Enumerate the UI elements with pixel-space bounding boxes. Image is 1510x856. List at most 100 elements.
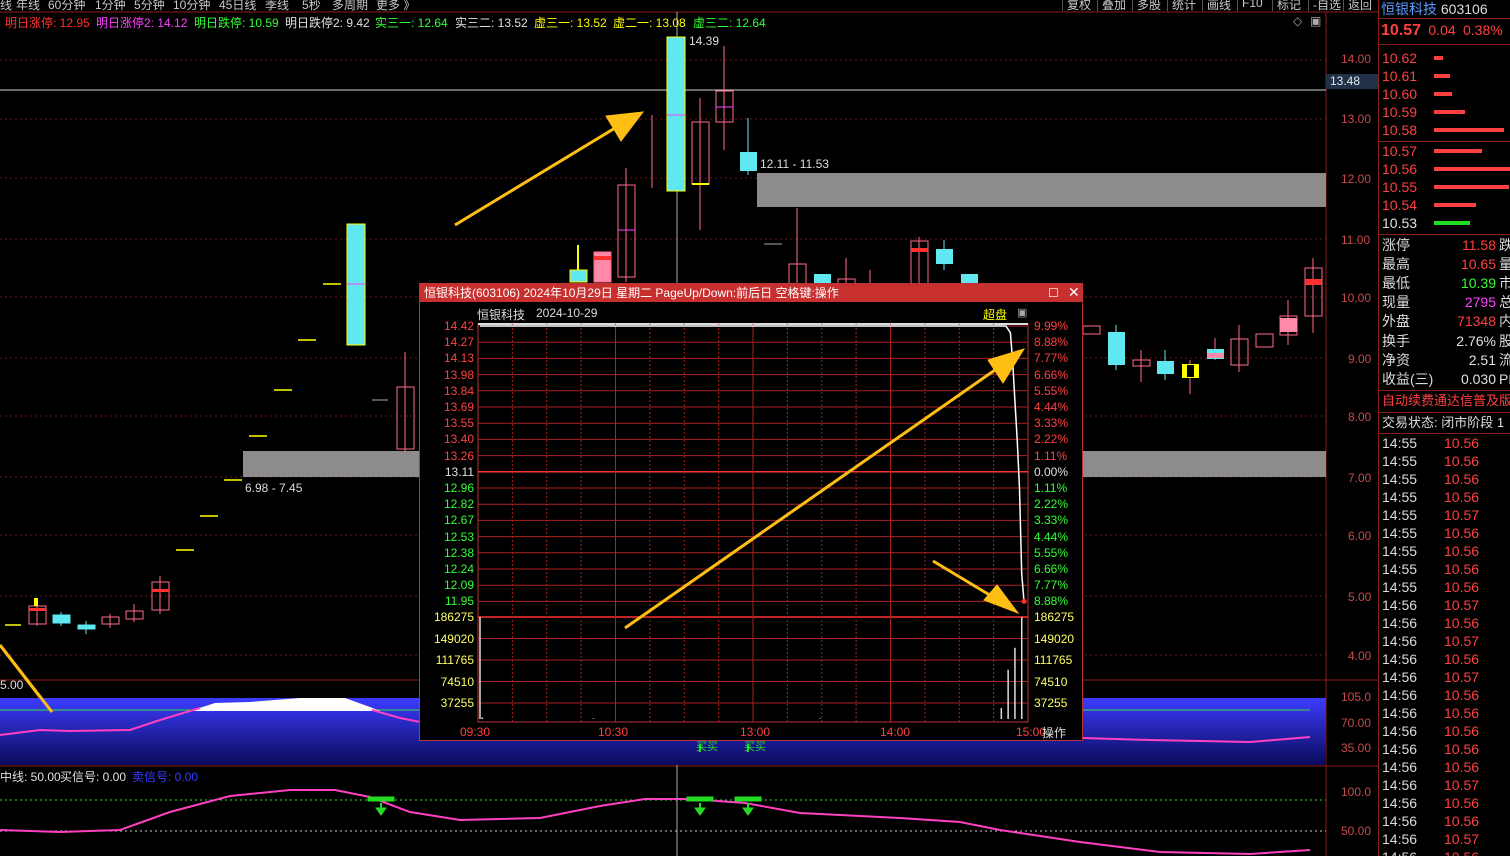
tick-time: 14:55	[1382, 543, 1418, 559]
price-tick: 14.00	[1341, 52, 1372, 66]
tick-time: 14:56	[1382, 813, 1418, 829]
tab-1min[interactable]: 1分钟	[95, 0, 126, 11]
tick-price: 10.56	[1444, 687, 1480, 703]
quote-panel: 恒银科技 603106 10.57 0.04 0.38% 10.62 10.61 1…	[1378, 0, 1510, 856]
pct-axis-tick: 1.11%	[1034, 481, 1068, 495]
tab-5sec[interactable]: 5秒	[302, 0, 321, 11]
orderbook-price: 10.56	[1382, 161, 1418, 177]
sub1-tick: 70.00	[1341, 716, 1372, 730]
stat-value: 0.030	[1460, 371, 1496, 387]
indicator-virtual-3-1: 虚三一: 13.52	[534, 16, 607, 30]
tick-time: 14:56	[1382, 633, 1418, 649]
pct-axis-tick: 1.11%	[1034, 448, 1068, 463]
indicator-limit-down-2: 明日跌停2: 9.42	[285, 16, 370, 30]
pct-axis-tick: 5.55%	[1034, 545, 1069, 560]
ad-link[interactable]: 自动续费通达信普及版	[1382, 392, 1510, 410]
tick-price: 10.56	[1444, 795, 1480, 811]
resistance-zone	[757, 173, 1326, 207]
price-axis-tick: 12.96	[443, 481, 474, 495]
back-button[interactable]: 返回	[1343, 0, 1372, 11]
price-tick: 13.00	[1341, 112, 1372, 126]
sub2-tick: 50.00	[1341, 824, 1372, 838]
current-price-tag: 13.48	[1326, 74, 1378, 89]
price-axis-tick: 13.11	[444, 464, 474, 479]
tick-price: 10.57	[1444, 777, 1480, 793]
tick-time: 14:55	[1382, 525, 1418, 541]
tab-multi-period[interactable]: 多周期	[332, 0, 368, 11]
price-tick: 8.00	[1348, 410, 1372, 424]
pct-axis-tick: 2.22%	[1034, 432, 1069, 447]
tick-price: 10.56	[1444, 435, 1480, 451]
orderbook-price: 10.60	[1382, 86, 1418, 102]
orderbook-volume-bar	[1434, 167, 1510, 171]
tab-60min[interactable]: 60分钟	[48, 0, 85, 11]
restore-rights-button[interactable]: 复权	[1062, 0, 1091, 11]
stat-truncated-label: 股	[1499, 332, 1510, 350]
draw-line-button[interactable]: 画线	[1202, 0, 1231, 11]
orderbook-volume-bar	[1434, 110, 1465, 114]
watchlist-button[interactable]: -自选	[1308, 0, 1341, 11]
tick-price: 10.56	[1444, 471, 1480, 487]
statistics-button[interactable]: 统计	[1167, 0, 1196, 11]
time-axis-tick: 09:30	[460, 725, 491, 739]
stat-truncated-label: 市	[1499, 274, 1510, 292]
tick-price: 10.57	[1444, 507, 1480, 523]
tick-price: 10.56	[1444, 525, 1480, 541]
orderbook-price: 10.55	[1382, 179, 1418, 195]
tick-time: 14:56	[1382, 723, 1418, 739]
volume-axis-tick: 186275	[433, 610, 474, 624]
tab-10min[interactable]: 10分钟	[173, 0, 210, 11]
sub1-tick: 105.0	[1341, 690, 1372, 704]
stat-label: 最高	[1382, 256, 1410, 272]
operate-button[interactable]: 操作	[1042, 724, 1066, 741]
price-axis-tick: 12.82	[443, 497, 474, 512]
price-axis-tick: 14.27	[443, 335, 474, 350]
period-tabs: 线 年线 60分钟 1分钟 5分钟 10分钟 45日线 季线 5秒 多周期 更多…	[0, 0, 1378, 11]
tick-time: 14:55	[1382, 561, 1418, 577]
pct-axis-tick: 9.99%	[1034, 319, 1069, 333]
stat-value: 2.51	[1468, 352, 1496, 368]
stat-label: 外盘	[1382, 313, 1410, 329]
stat-value: 10.39	[1460, 275, 1496, 291]
tick-time: 14:56	[1382, 759, 1418, 775]
pct-axis-tick: 3.33%	[1034, 416, 1069, 431]
indicator-real-3-1: 实三一: 12.64	[375, 16, 448, 30]
tick-time: 14:55	[1382, 579, 1418, 595]
tick-time: 14:55	[1382, 435, 1418, 451]
tick-price: 10.56	[1444, 705, 1480, 721]
price-axis-tick: 13.84	[443, 383, 474, 398]
stat-value: 2.76%	[1456, 333, 1496, 349]
tick-time: 14:56	[1382, 705, 1418, 721]
indicator-limit-down: 明日跌停: 10.59	[194, 16, 279, 30]
tick-price: 10.56	[1444, 453, 1480, 469]
tab-more[interactable]: 更多 》	[376, 0, 415, 11]
stat-label: 换手	[1382, 333, 1410, 349]
intraday-popup[interactable]: 恒银科技(603106) 2024年10月29日 星期二 PageUp/Down…	[419, 283, 1083, 741]
indicator-real-3-2: 实三二: 13.52	[455, 16, 528, 30]
time-axis-tick: 10:30	[598, 725, 629, 739]
midline-legend: 中线: 50.00	[0, 770, 61, 784]
mark-button[interactable]: 标记	[1272, 0, 1301, 11]
volume-axis-tick: 37255	[440, 696, 474, 710]
orderbook-volume-bar	[1434, 128, 1504, 132]
volume-axis-tick-right: 186275	[1034, 610, 1075, 624]
stock-code: 603106	[1440, 1, 1488, 17]
window-icon[interactable]: ▣	[1310, 14, 1321, 28]
tab-partial[interactable]: 线	[0, 0, 12, 11]
overlay-button[interactable]: 叠加	[1097, 0, 1126, 11]
f10-button[interactable]: F10	[1237, 0, 1263, 11]
tick-price: 10.56	[1444, 759, 1480, 775]
trade-status: 交易状态: 闭市阶段 1	[1382, 415, 1505, 430]
multi-stock-button[interactable]: 多股	[1132, 0, 1161, 11]
diamond-icon[interactable]: ◇	[1293, 14, 1302, 28]
stat-truncated-label: 总	[1499, 293, 1510, 311]
tab-5min[interactable]: 5分钟	[134, 0, 165, 11]
orderbook-volume-bar	[1434, 56, 1443, 60]
tick-price: 10.56	[1444, 741, 1480, 757]
stat-truncated-label: 内	[1499, 312, 1510, 330]
tab-quarter[interactable]: 季线	[265, 0, 289, 11]
tab-45day[interactable]: 45日线	[219, 0, 256, 11]
stat-label: 涨停	[1382, 237, 1410, 253]
tab-year[interactable]: 年线	[16, 0, 40, 11]
sub1-tick: 35.00	[1341, 741, 1372, 755]
